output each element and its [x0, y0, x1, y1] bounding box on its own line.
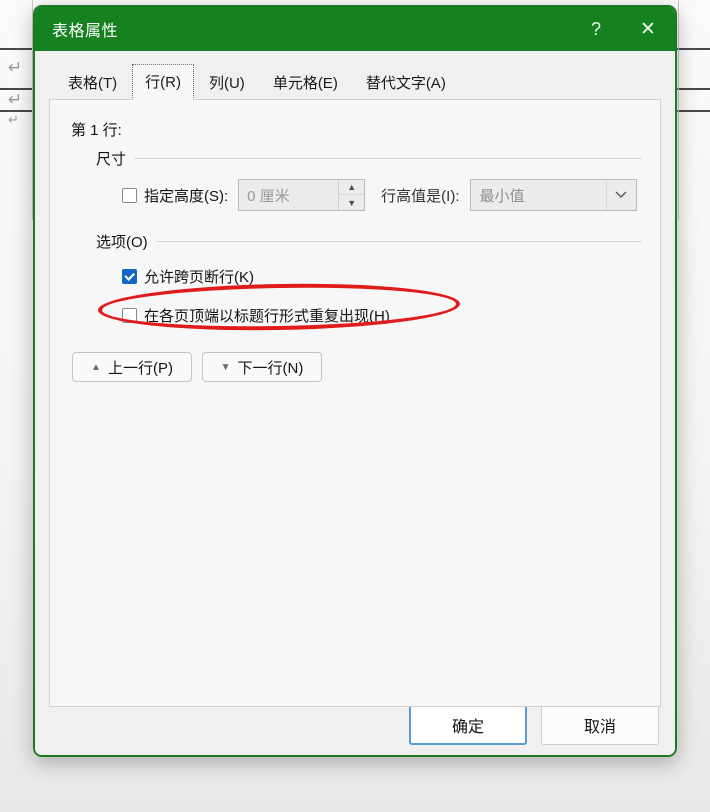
tab-table[interactable]: 表格(T) [55, 65, 130, 100]
close-icon[interactable]: ✕ [625, 7, 671, 51]
table-gridline [0, 110, 33, 112]
spinner-up-icon[interactable]: ▲ [339, 180, 365, 195]
options-group-title: 选项(O) [96, 234, 148, 251]
paragraph-mark-icon: ↵ [8, 113, 19, 128]
allow-row-break-label: 允许跨页断行(K) [144, 269, 254, 286]
dialog-titlebar: 表格属性 ? ✕ [35, 7, 675, 51]
dialog-body: 表格(T) 行(R) 列(U) 单元格(E) 替代文字(A) 第 1 行: 尺寸… [35, 51, 675, 755]
dialog-title: 表格属性 [52, 23, 119, 40]
table-gridline [0, 48, 33, 50]
spinner-down-icon[interactable]: ▼ [339, 195, 364, 210]
table-properties-dialog: 表格属性 ? ✕ 表格(T) 行(R) 列(U) 单元格(E) 替代文字(A) … [33, 5, 677, 757]
options-group: 选项(O) 允许跨页断行(K) 在各页顶端以标题行形式重复出现(H) [96, 231, 642, 326]
allow-row-break-checkbox[interactable] [122, 269, 137, 284]
tabstrip: 表格(T) 行(R) 列(U) 单元格(E) 替代文字(A) [49, 61, 661, 100]
tab-column[interactable]: 列(U) [196, 65, 258, 100]
previous-row-button[interactable]: ▲ 上一行(P) [72, 352, 192, 382]
size-group-title: 尺寸 [96, 151, 127, 168]
help-icon[interactable]: ? [573, 7, 619, 51]
table-gridline [677, 88, 710, 90]
paragraph-mark-icon: ↵ [8, 90, 23, 110]
row-navigation-buttons: ▲ 上一行(P) ▼ 下一行(N) [72, 352, 642, 382]
spinner-buttons: ▲ ▼ [338, 180, 365, 210]
tab-row[interactable]: 行(R) [132, 64, 194, 100]
specify-height-checkbox[interactable] [122, 187, 137, 203]
tab-cell[interactable]: 单元格(E) [260, 65, 351, 100]
row-tab-panel: 第 1 行: 尺寸 指定高度(S): 0 厘米 ▲ ▼ 行高值是(I): 最小值… [49, 99, 661, 707]
size-group: 尺寸 指定高度(S): 0 厘米 ▲ ▼ 行高值是(I): 最小值 [96, 148, 642, 211]
group-divider [134, 158, 642, 159]
cancel-button[interactable]: 取消 [541, 705, 659, 745]
arrow-up-icon: ▲ [91, 361, 101, 373]
repeat-header-checkbox[interactable] [122, 308, 137, 323]
height-spinner[interactable]: 0 厘米 ▲ ▼ [238, 179, 366, 211]
row-height-rule-combo[interactable]: 最小值 [469, 179, 637, 211]
specify-height-row: 指定高度(S): 0 厘米 ▲ ▼ 行高值是(I): 最小值 [122, 179, 642, 211]
allow-row-break-row: 允许跨页断行(K) [122, 266, 642, 287]
next-row-label: 下一行(N) [237, 359, 304, 377]
size-group-header: 尺寸 [96, 148, 642, 169]
previous-row-label: 上一行(P) [107, 359, 173, 377]
specify-height-label: 指定高度(S): [144, 187, 229, 205]
group-divider [155, 241, 642, 242]
row-height-rule-label: 行高值是(I): [381, 187, 460, 205]
paragraph-mark-icon: ↵ [8, 58, 23, 78]
table-gridline-vertical [678, 0, 679, 220]
row-height-rule-value: 最小值 [479, 187, 525, 205]
table-gridline [677, 110, 710, 112]
height-value[interactable]: 0 厘米 [239, 180, 338, 210]
repeat-header-label: 在各页顶端以标题行形式重复出现(H) [144, 308, 390, 325]
table-gridline [677, 48, 710, 50]
tab-alt-text[interactable]: 替代文字(A) [353, 65, 459, 100]
arrow-down-icon: ▼ [220, 361, 231, 373]
next-row-button[interactable]: ▼ 下一行(N) [202, 352, 322, 382]
options-group-header: 选项(O) [96, 231, 642, 252]
ok-button[interactable]: 确定 [409, 705, 527, 745]
chevron-down-icon[interactable] [605, 180, 636, 210]
repeat-header-row: 在各页顶端以标题行形式重复出现(H) [122, 305, 642, 326]
current-row-label: 第 1 行: [71, 122, 122, 139]
